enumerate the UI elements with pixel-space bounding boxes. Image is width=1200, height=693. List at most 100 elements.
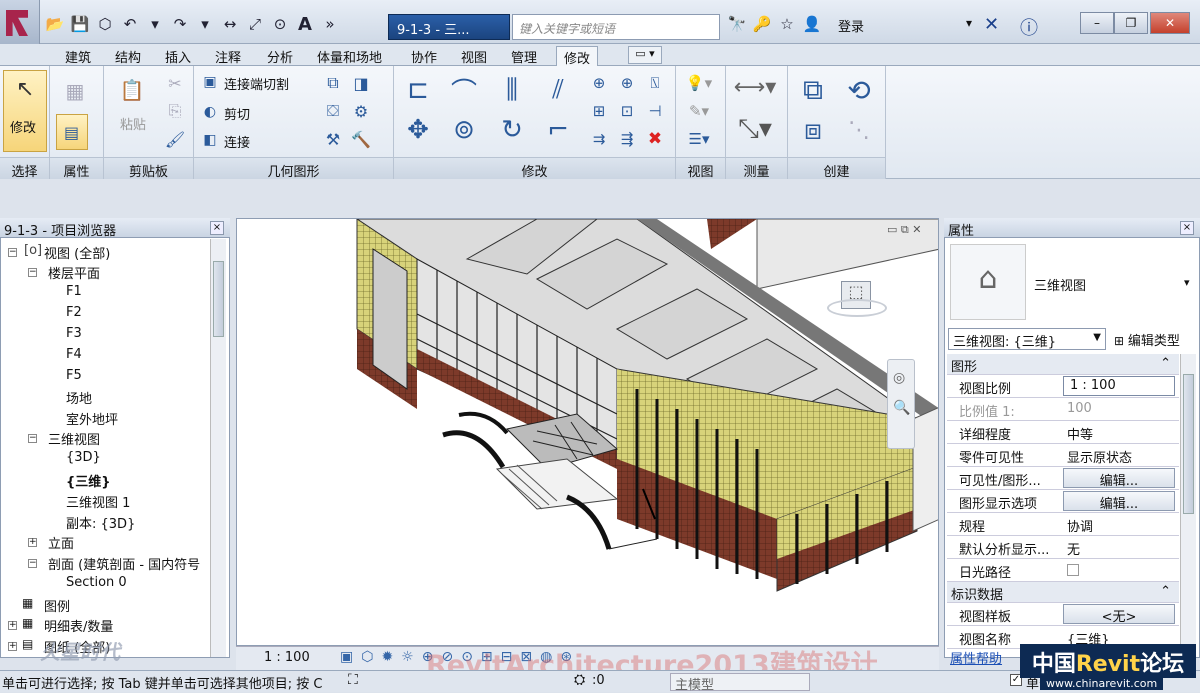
steering-wheel-icon[interactable]: ◎	[893, 370, 905, 386]
create-group-icon[interactable]: ⋱	[840, 112, 878, 148]
edit-graphics-button[interactable]: 编辑...	[1063, 491, 1175, 512]
edit-type-button[interactable]: ⊞ 编辑类型	[1114, 330, 1180, 349]
tag-icon[interactable]: ⊙	[269, 14, 291, 34]
type-properties-icon[interactable]: ▦	[60, 74, 90, 108]
wall-joins-icon[interactable]: ⧉	[322, 72, 344, 94]
text-icon[interactable]: A	[294, 14, 316, 35]
cut-button[interactable]: 剪切	[224, 104, 250, 123]
tree-item-3d-view-1[interactable]: 三维视图 1	[66, 492, 130, 511]
workset-icon[interactable]: ⛭	[574, 672, 585, 688]
help-icon[interactable]: ⓘ	[1020, 14, 1038, 40]
type-dropdown-icon[interactable]: ▾	[1184, 276, 1190, 289]
measure-icon[interactable]: ↔	[219, 14, 241, 34]
linework-icon[interactable]: ☰▾	[682, 128, 716, 150]
trim-multiple-icon[interactable]: ⇉	[588, 128, 610, 150]
section-identity-data[interactable]: 标识数据 ⌃	[947, 582, 1179, 603]
copy-icon[interactable]: ⎘	[162, 100, 188, 122]
tab-annotate[interactable]: 注释	[208, 46, 248, 66]
cut-join-icon[interactable]: ▣	[200, 72, 220, 92]
tree-item-copy-3d[interactable]: 副本: {3D}	[66, 513, 135, 532]
properties-scrollbar[interactable]	[1180, 354, 1196, 654]
copy-element-icon[interactable]: ⊚	[446, 112, 482, 148]
extend-icon[interactable]: ⇶	[616, 128, 638, 150]
prop-analysis-display[interactable]: 默认分析显示... 无	[947, 536, 1179, 559]
create-assembly-icon[interactable]: ⧉	[794, 72, 832, 108]
tree-item-3d[interactable]: {3D}	[66, 450, 101, 465]
override-icon[interactable]: ✎▾	[682, 100, 716, 122]
undo-dropdown-icon[interactable]: ▾	[144, 14, 166, 34]
mirror-axis-icon[interactable]: ⫼	[494, 72, 530, 108]
undo-icon[interactable]: ↶	[119, 14, 141, 34]
zoom-icon[interactable]: 🔍	[893, 400, 910, 416]
hide-icon[interactable]: 💡▾	[682, 72, 716, 94]
minimize-button[interactable]: –	[1080, 12, 1114, 34]
properties-close-button[interactable]: ×	[1180, 221, 1194, 235]
split-face-icon[interactable]: ◨	[350, 72, 372, 94]
match-type-icon[interactable]: 🖌	[162, 128, 188, 150]
view-scale-input[interactable]: 1 : 100	[1063, 376, 1175, 396]
view-template-button[interactable]: <无>	[1063, 604, 1175, 625]
open-icon[interactable]: 📂	[44, 14, 66, 34]
cut-join-button[interactable]: 连接端切割	[224, 74, 289, 93]
tree-item-3d-views[interactable]: 三维视图	[48, 429, 100, 448]
tab-collaborate[interactable]: 协作	[404, 46, 444, 66]
prop-sun-path[interactable]: 日光路径	[947, 559, 1179, 582]
save-icon[interactable]: 💾	[69, 14, 91, 34]
section-graphics[interactable]: 图形 ⌃	[947, 354, 1179, 375]
key-icon[interactable]: 🔑	[751, 14, 773, 34]
prop-parts-visibility[interactable]: 零件可见性 显示原状态	[947, 444, 1179, 467]
prop-detail-level[interactable]: 详细程度 中等	[947, 421, 1179, 444]
view-window-controls[interactable]: ▭ ⧉ ✕	[887, 223, 921, 237]
edit-visibility-button[interactable]: 编辑...	[1063, 468, 1175, 489]
scale-icon[interactable]: ⊡	[616, 100, 638, 122]
tree-item-outdoor-grade[interactable]: 室外地坪	[66, 409, 118, 428]
paint-icon[interactable]: ⚙	[350, 100, 372, 122]
view-scale-label[interactable]: 1 : 100	[264, 650, 310, 665]
tree-toggle[interactable]: +	[8, 621, 17, 630]
login-dropdown-icon[interactable]: ▾	[966, 16, 972, 30]
status-filter-icon[interactable]: ⛶	[348, 672, 358, 688]
prop-value[interactable]: 无	[1067, 539, 1080, 558]
measure-tool-icon[interactable]: ⟷▾	[730, 74, 780, 100]
3d-view-canvas[interactable]: ⬚ ▭ ⧉ ✕ ◎ 🔍	[236, 218, 939, 646]
tab-analyze[interactable]: 分析	[260, 46, 300, 66]
hammer-icon[interactable]: 🔨	[350, 128, 372, 150]
sun-path-checkbox[interactable]	[1067, 564, 1079, 576]
more-icon[interactable]: »	[319, 14, 341, 34]
tree-toggle[interactable]: +	[28, 538, 37, 547]
search-input[interactable]: 键入关键字或短语	[512, 14, 720, 40]
tab-architecture[interactable]: 建筑	[58, 46, 98, 66]
split-icon[interactable]: ⊕	[588, 72, 610, 94]
tab-structure[interactable]: 结构	[108, 46, 148, 66]
properties-help-link[interactable]: 属性帮助	[950, 648, 1002, 667]
close-button[interactable]: ✕	[1150, 12, 1190, 34]
tree-item-f5[interactable]: F5	[66, 368, 82, 383]
tree-toggle[interactable]: −	[28, 559, 37, 568]
prop-value[interactable]: 协调	[1067, 516, 1093, 535]
split-gap-icon[interactable]: ⊕	[616, 72, 638, 94]
join-button[interactable]: 连接	[224, 132, 250, 151]
aligned-dimension-icon[interactable]: ⤡▾	[730, 112, 780, 146]
dimension-icon[interactable]: ⤢	[244, 14, 266, 34]
trim-icon[interactable]: ⌐	[540, 112, 576, 148]
tab-view[interactable]: 视图	[454, 46, 494, 66]
tab-insert[interactable]: 插入	[158, 46, 198, 66]
design-option-select[interactable]: 主模型	[670, 673, 810, 693]
tree-toggle[interactable]: −	[28, 268, 37, 277]
tree-item-elevations[interactable]: 立面	[48, 533, 74, 552]
tree-item-f3[interactable]: F3	[66, 326, 82, 341]
redo-dropdown-icon[interactable]: ▾	[194, 14, 216, 34]
tree-item-floor-plans[interactable]: 楼层平面	[48, 263, 100, 282]
offset-icon[interactable]: ⌒	[446, 72, 482, 108]
ribbon-minimize-toggle[interactable]: ▭ ▾	[628, 46, 662, 64]
tree-toggle[interactable]: −	[28, 434, 37, 443]
prop-view-template[interactable]: 视图样板 <无>	[947, 603, 1179, 626]
join-icon[interactable]: ◧	[200, 130, 220, 150]
binoculars-icon[interactable]: 🔭	[726, 14, 748, 34]
browser-scrollbar[interactable]	[210, 239, 226, 657]
align-icon[interactable]: ⊏	[400, 72, 436, 108]
tree-item-3d-cn[interactable]: {三维}	[66, 471, 111, 490]
tab-manage[interactable]: 管理	[504, 46, 544, 66]
tab-massing-site[interactable]: 体量和场地	[310, 46, 389, 66]
maximize-button[interactable]: ❐	[1114, 12, 1148, 34]
